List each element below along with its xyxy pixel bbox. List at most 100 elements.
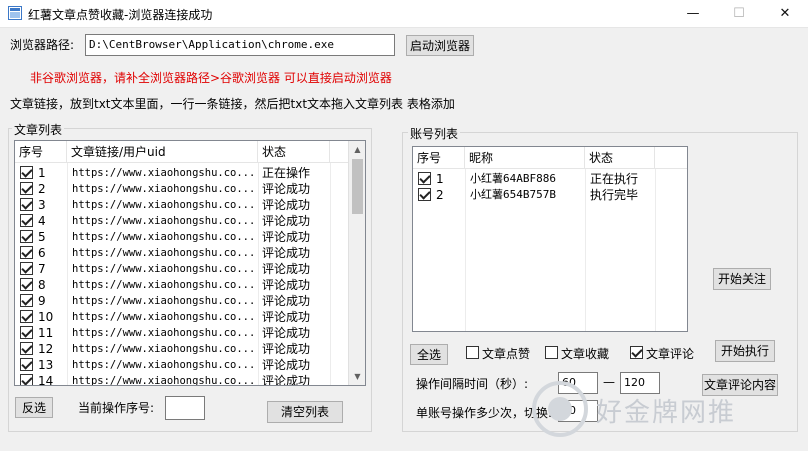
row-checkbox[interactable] [20, 198, 33, 211]
interval-max-input[interactable]: 120 [620, 372, 660, 394]
row-no: 2 [38, 182, 46, 196]
row-checkbox[interactable] [20, 262, 33, 275]
col-link[interactable]: 文章链接/用户uid [67, 141, 258, 163]
start-execute-button[interactable]: 开始执行 [715, 340, 775, 362]
row-link: https://www.xiaohongshu.co... [72, 343, 256, 355]
row-status: 评论成功 [262, 278, 311, 292]
row-checkbox[interactable] [20, 230, 33, 243]
row-link: https://www.xiaohongshu.co... [72, 263, 256, 275]
account-row[interactable]: 1 小红薯64ABF886 正在执行 [413, 171, 687, 187]
maximize-button[interactable]: ☐ [716, 0, 762, 28]
row-status: 评论成功 [262, 358, 311, 372]
article-row[interactable]: 2 https://www.xiaohongshu.co... 评论成功 [15, 181, 365, 197]
current-index-input[interactable] [165, 396, 205, 420]
comment-checkbox[interactable] [630, 346, 643, 359]
article-list-title: 文章列表 [12, 121, 65, 138]
article-list-scrollbar[interactable]: ▲ ▼ [348, 141, 365, 385]
minimize-button[interactable]: — [670, 0, 716, 28]
row-checkbox[interactable] [20, 182, 33, 195]
account-checkbox[interactable] [418, 172, 431, 185]
row-checkbox[interactable] [20, 310, 33, 323]
close-button[interactable]: ✕ [762, 0, 808, 28]
article-row[interactable]: 5 https://www.xiaohongshu.co... 评论成功 [15, 229, 365, 245]
account-list-header: 序号 昵称 状态 [413, 147, 687, 169]
col-no[interactable]: 序号 [15, 141, 67, 163]
browser-hint: 非谷歌浏览器，请补全浏览器路径>谷歌浏览器 可以直接启动浏览器 [30, 71, 392, 85]
scroll-up-icon[interactable]: ▲ [349, 141, 365, 158]
row-checkbox[interactable] [20, 294, 33, 307]
window-title: 红薯文章点赞收藏-浏览器连接成功 [28, 8, 213, 22]
row-link: https://www.xiaohongshu.co... [72, 167, 256, 179]
article-row[interactable]: 10 https://www.xiaohongshu.co... 评论成功 [15, 309, 365, 325]
row-no: 9 [38, 294, 46, 308]
scroll-down-icon[interactable]: ▼ [349, 368, 365, 385]
row-checkbox[interactable] [20, 374, 33, 385]
row-status: 评论成功 [262, 214, 311, 228]
row-link: https://www.xiaohongshu.co... [72, 359, 256, 371]
title-bar: 红薯文章点赞收藏-浏览器连接成功 — ☐ ✕ [0, 0, 808, 28]
row-status: 正在操作 [262, 166, 311, 180]
launch-browser-button[interactable]: 启动浏览器 [406, 35, 474, 56]
row-checkbox[interactable] [20, 326, 33, 339]
row-link: https://www.xiaohongshu.co... [72, 247, 256, 259]
article-row[interactable]: 4 https://www.xiaohongshu.co... 评论成功 [15, 213, 365, 229]
clear-list-button[interactable]: 清空列表 [267, 401, 343, 423]
row-link: https://www.xiaohongshu.co... [72, 327, 256, 339]
row-no: 13 [38, 358, 54, 372]
collect-checkbox[interactable] [545, 346, 558, 359]
row-checkbox[interactable] [20, 166, 33, 179]
row-no: 11 [38, 326, 54, 340]
row-no: 10 [38, 310, 54, 324]
interval-dash: — [603, 375, 615, 389]
row-status: 评论成功 [262, 326, 311, 340]
row-link: https://www.xiaohongshu.co... [72, 215, 256, 227]
article-row[interactable]: 3 https://www.xiaohongshu.co... 评论成功 [15, 197, 365, 213]
acc-col-no[interactable]: 序号 [413, 147, 465, 169]
row-no: 5 [38, 230, 46, 244]
account-status: 执行完毕 [590, 188, 639, 202]
start-follow-button[interactable]: 开始关注 [713, 268, 771, 290]
row-status: 评论成功 [262, 198, 311, 212]
row-status: 评论成功 [262, 294, 311, 308]
row-checkbox[interactable] [20, 214, 33, 227]
account-list-view[interactable]: 序号 昵称 状态 1 小红薯64ABF886 正在执行 2 小红薯654B757B 执行完… [412, 146, 688, 332]
row-checkbox[interactable] [20, 278, 33, 291]
interval-label: 操作间隔时间（秒）: [416, 377, 529, 391]
invert-select-button[interactable]: 反选 [15, 397, 53, 418]
article-list-view[interactable]: 序号 文章链接/用户uid 状态 1 https://www.xiaohongsh… [14, 140, 366, 386]
acc-col-nickname[interactable]: 昵称 [465, 147, 585, 169]
article-row[interactable]: 6 https://www.xiaohongshu.co... 评论成功 [15, 245, 365, 261]
account-checkbox[interactable] [418, 188, 431, 201]
like-checkbox[interactable] [466, 346, 479, 359]
row-no: 7 [38, 262, 46, 276]
article-row[interactable]: 8 https://www.xiaohongshu.co... 评论成功 [15, 277, 365, 293]
row-link: https://www.xiaohongshu.co... [72, 183, 256, 195]
like-label: 文章点赞 [482, 347, 531, 361]
row-checkbox[interactable] [20, 358, 33, 371]
account-no: 1 [436, 172, 444, 186]
article-row[interactable]: 13 https://www.xiaohongshu.co... 评论成功 [15, 357, 365, 373]
comment-label: 文章评论 [646, 347, 695, 361]
row-link: https://www.xiaohongshu.co... [72, 199, 256, 211]
row-checkbox[interactable] [20, 342, 33, 355]
col-status[interactable]: 状态 [258, 141, 330, 163]
account-row[interactable]: 2 小红薯654B757B 执行完毕 [413, 187, 687, 203]
article-row[interactable]: 1 https://www.xiaohongshu.co... 正在操作 [15, 165, 365, 181]
row-link: https://www.xiaohongshu.co... [72, 375, 256, 386]
row-checkbox[interactable] [20, 246, 33, 259]
article-row[interactable]: 7 https://www.xiaohongshu.co... 评论成功 [15, 261, 365, 277]
article-row[interactable]: 14 https://www.xiaohongshu.co... 评论成功 [15, 373, 365, 386]
article-row[interactable]: 12 https://www.xiaohongshu.co... 评论成功 [15, 341, 365, 357]
article-row[interactable]: 9 https://www.xiaohongshu.co... 评论成功 [15, 293, 365, 309]
scroll-thumb[interactable] [352, 159, 363, 214]
app-icon [8, 6, 22, 20]
select-all-button[interactable]: 全选 [410, 344, 448, 365]
row-link: https://www.xiaohongshu.co... [72, 311, 256, 323]
account-nickname: 小红薯654B757B [470, 188, 556, 201]
acc-col-status[interactable]: 状态 [585, 147, 655, 169]
browser-path-input[interactable]: D:\CentBrowser\Application\chrome.exe [85, 34, 395, 56]
account-status: 正在执行 [590, 172, 639, 186]
article-row[interactable]: 11 https://www.xiaohongshu.co... 评论成功 [15, 325, 365, 341]
row-no: 6 [38, 246, 46, 260]
instruction-text: 文章链接，放到txt文本里面，一行一条链接，然后把txt文本拖入文章列表 表格添… [10, 97, 455, 111]
